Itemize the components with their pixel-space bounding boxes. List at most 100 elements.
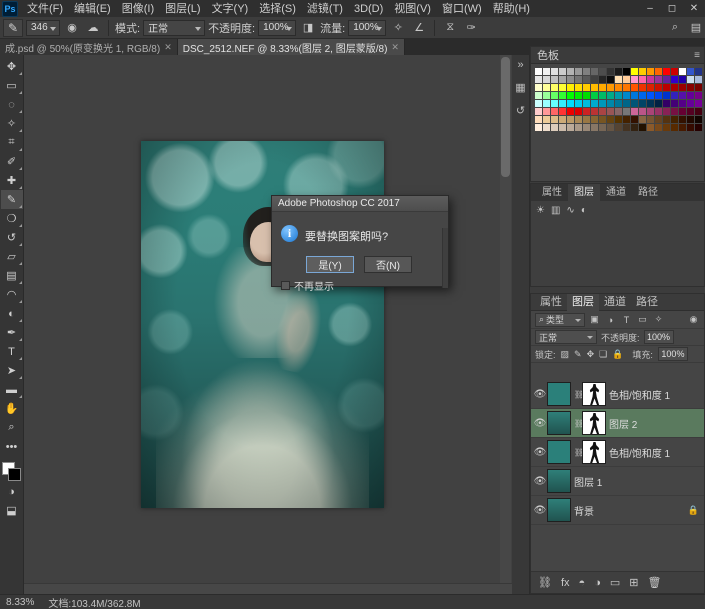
mask-link-icon[interactable]: ⛓ bbox=[574, 448, 582, 457]
color-swatch[interactable] bbox=[607, 84, 614, 91]
color-swatch[interactable] bbox=[631, 76, 638, 83]
close-icon[interactable]: ✕ bbox=[391, 42, 399, 53]
color-swatch[interactable] bbox=[607, 124, 614, 131]
mask-link-icon[interactable]: ⛓ bbox=[574, 390, 582, 399]
color-swatch[interactable] bbox=[695, 124, 702, 131]
lasso-tool[interactable]: ◌ bbox=[1, 95, 23, 114]
layer-thumbnail[interactable] bbox=[547, 411, 571, 435]
color-swatch[interactable] bbox=[543, 100, 550, 107]
menu-image[interactable]: 图像(I) bbox=[117, 1, 159, 17]
panel-menu-icon[interactable]: ≡ bbox=[694, 50, 700, 61]
color-swatch[interactable] bbox=[679, 84, 686, 91]
menu-layer[interactable]: 图层(L) bbox=[160, 1, 205, 17]
color-swatch[interactable] bbox=[639, 92, 646, 99]
color-swatch[interactable] bbox=[615, 92, 622, 99]
mode-select[interactable]: 正常 bbox=[143, 20, 205, 36]
color-swatch[interactable] bbox=[543, 124, 550, 131]
color-swatch[interactable] bbox=[647, 116, 654, 123]
brush-settings-icon[interactable]: ◉ bbox=[63, 19, 81, 37]
menu-help[interactable]: 帮助(H) bbox=[488, 1, 535, 17]
color-swatch[interactable] bbox=[671, 68, 678, 75]
color-swatch[interactable] bbox=[695, 92, 702, 99]
color-swatch[interactable] bbox=[679, 68, 686, 75]
color-swatch[interactable] bbox=[639, 84, 646, 91]
color-swatch[interactable] bbox=[631, 92, 638, 99]
color-swatch[interactable] bbox=[695, 100, 702, 107]
document-tab-nef[interactable]: DSC_2512.NEF @ 8.33%(图层 2, 图层蒙版/8) ✕ bbox=[178, 39, 405, 55]
color-swatch[interactable] bbox=[535, 68, 542, 75]
color-swatch[interactable] bbox=[663, 84, 670, 91]
lock-all-icon[interactable]: 🔒 bbox=[612, 349, 623, 360]
layer-row[interactable]: 👁图层 1 bbox=[531, 467, 704, 496]
color-swatch[interactable] bbox=[567, 92, 574, 99]
layer-fill-field[interactable]: 100% bbox=[658, 347, 688, 361]
screen-mode-tool[interactable]: ⬓ bbox=[1, 501, 23, 520]
hand-tool[interactable]: ✋ bbox=[1, 399, 23, 418]
menu-select[interactable]: 选择(S) bbox=[254, 1, 301, 17]
lock-transparent-icon[interactable]: ▨ bbox=[561, 349, 570, 360]
lock-image-icon[interactable]: ✎ bbox=[574, 349, 582, 360]
clone-stamp-tool[interactable]: ❍ bbox=[1, 209, 23, 228]
move-tool[interactable]: ✥ bbox=[1, 57, 23, 76]
brush-preset-picker[interactable]: 346 bbox=[26, 20, 60, 36]
eye-icon[interactable]: 👁 bbox=[533, 476, 547, 487]
color-swatch[interactable] bbox=[583, 76, 590, 83]
swatch-grid[interactable] bbox=[531, 64, 704, 135]
flow-field[interactable]: 100% bbox=[348, 20, 386, 36]
eye-icon[interactable]: 👁 bbox=[533, 418, 547, 429]
color-swatch[interactable] bbox=[695, 116, 702, 123]
rectangular-select-tool[interactable]: ▭ bbox=[1, 76, 23, 95]
color-swatch[interactable] bbox=[687, 92, 694, 99]
color-swatch[interactable] bbox=[591, 84, 598, 91]
color-swatch[interactable] bbox=[575, 76, 582, 83]
color-swatch[interactable] bbox=[583, 100, 590, 107]
shape-tool[interactable]: ▬ bbox=[1, 380, 23, 399]
filter-toggle-icon[interactable]: ◉ bbox=[687, 313, 700, 326]
color-swatch[interactable] bbox=[591, 92, 598, 99]
color-swatch[interactable] bbox=[631, 84, 638, 91]
brush-icon[interactable]: ✎ bbox=[3, 19, 23, 37]
color-swatch[interactable] bbox=[543, 68, 550, 75]
color-swatch[interactable] bbox=[631, 100, 638, 107]
color-swatch[interactable] bbox=[687, 84, 694, 91]
blur-tool[interactable]: ◠ bbox=[1, 285, 23, 304]
color-swatch[interactable] bbox=[567, 116, 574, 123]
color-swatch[interactable] bbox=[599, 84, 606, 91]
color-swatch[interactable] bbox=[559, 108, 566, 115]
menu-filter[interactable]: 滤镜(T) bbox=[302, 1, 348, 17]
color-swatch[interactable] bbox=[631, 116, 638, 123]
new-group-icon[interactable]: ▭ bbox=[610, 576, 620, 589]
new-fill-layer-icon[interactable]: ◑ bbox=[594, 577, 601, 589]
color-swatch[interactable] bbox=[551, 68, 558, 75]
color-swatch[interactable] bbox=[583, 124, 590, 131]
color-swatch[interactable] bbox=[599, 100, 606, 107]
path-select-tool[interactable]: ➤ bbox=[1, 361, 23, 380]
color-swatch[interactable] bbox=[631, 124, 638, 131]
menu-view[interactable]: 视图(V) bbox=[389, 1, 436, 17]
confirm-dialog[interactable]: Adobe Photoshop CC 2017 i 要替换图案朗吗? 是(Y) … bbox=[271, 195, 449, 287]
color-swatch[interactable] bbox=[679, 76, 686, 83]
color-swatch[interactable] bbox=[647, 92, 654, 99]
color-swatch[interactable] bbox=[695, 68, 702, 75]
pen-tool[interactable]: ✒ bbox=[1, 323, 23, 342]
color-swatch[interactable] bbox=[567, 100, 574, 107]
tab-channels[interactable]: 通道 bbox=[600, 184, 632, 201]
color-swatch[interactable] bbox=[695, 108, 702, 115]
color-swatch[interactable] bbox=[607, 68, 614, 75]
color-swatch[interactable] bbox=[623, 76, 630, 83]
color-swatch[interactable] bbox=[599, 116, 606, 123]
color-swatch[interactable] bbox=[663, 92, 670, 99]
color-swatch[interactable] bbox=[679, 124, 686, 131]
delete-layer-icon[interactable]: 🗑 bbox=[647, 576, 661, 589]
color-swatch[interactable] bbox=[639, 116, 646, 123]
color-swatch[interactable] bbox=[535, 116, 542, 123]
color-swatch[interactable] bbox=[647, 124, 654, 131]
color-swatch[interactable] bbox=[671, 124, 678, 131]
color-swatch[interactable] bbox=[535, 84, 542, 91]
color-swatch[interactable] bbox=[599, 124, 606, 131]
color-swatch[interactable] bbox=[615, 84, 622, 91]
history-panel-icon[interactable]: ↺ bbox=[516, 104, 525, 117]
eye-icon[interactable]: 👁 bbox=[533, 389, 547, 400]
close-button[interactable]: ✕ bbox=[683, 0, 705, 17]
color-swatch[interactable] bbox=[543, 116, 550, 123]
